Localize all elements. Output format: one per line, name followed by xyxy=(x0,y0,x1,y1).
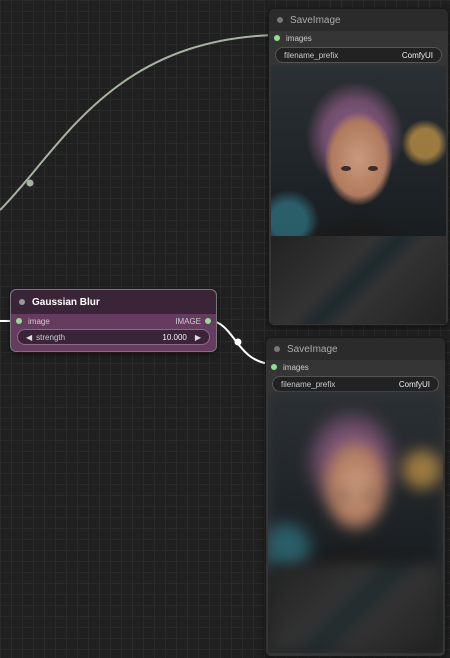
collapse-dot-icon[interactable] xyxy=(277,17,283,23)
link-top-midpoint xyxy=(26,179,34,187)
image-preview-blurred xyxy=(268,391,443,653)
input-slot-images[interactable]: images xyxy=(269,31,448,45)
node-title: Gaussian Blur xyxy=(32,296,100,308)
link-top xyxy=(0,34,275,211)
save-image-node-bottom[interactable]: SaveImage images filename_prefix ComfyUI xyxy=(265,337,446,657)
io-slot-row: image IMAGE xyxy=(11,314,216,328)
filename-prefix-widget[interactable]: filename_prefix ComfyUI xyxy=(275,47,442,63)
input-label: image xyxy=(28,316,50,326)
node-title-bar[interactable]: SaveImage xyxy=(266,338,445,360)
node-title: SaveImage xyxy=(287,343,338,355)
image-preview xyxy=(271,66,446,324)
input-dot-icon[interactable] xyxy=(274,35,280,41)
node-title: SaveImage xyxy=(290,14,341,26)
filename-prefix-widget[interactable]: filename_prefix ComfyUI xyxy=(272,376,439,392)
node-title-bar[interactable]: Gaussian Blur xyxy=(11,290,216,314)
widget-value: ComfyUI xyxy=(398,379,430,389)
gaussian-blur-node[interactable]: Gaussian Blur image IMAGE ◀ strength 10.… xyxy=(10,289,217,352)
slot-label: images xyxy=(283,362,309,372)
link-bottom-midpoint xyxy=(234,338,242,346)
widget-label: filename_prefix xyxy=(284,50,339,60)
widget-label: filename_prefix xyxy=(281,379,336,389)
node-title-bar[interactable]: SaveImage xyxy=(269,9,448,31)
slot-label: images xyxy=(286,33,312,43)
input-dot-icon[interactable] xyxy=(271,364,277,370)
widget-label: strength xyxy=(36,332,66,342)
widget-value: ComfyUI xyxy=(401,50,433,60)
collapse-dot-icon[interactable] xyxy=(19,299,25,305)
widget-value: 10.000 xyxy=(162,332,187,342)
input-dot-icon[interactable] xyxy=(16,318,22,324)
output-dot-icon[interactable] xyxy=(205,318,211,324)
output-label: IMAGE xyxy=(175,316,201,326)
link-bottom xyxy=(207,319,271,365)
save-image-node-top[interactable]: SaveImage images filename_prefix ComfyUI xyxy=(268,8,449,326)
collapse-dot-icon[interactable] xyxy=(274,346,280,352)
increment-arrow-icon[interactable]: ▶ xyxy=(195,333,201,342)
input-slot-images[interactable]: images xyxy=(266,360,445,374)
strength-widget[interactable]: ◀ strength 10.000 ▶ xyxy=(17,329,210,345)
decrement-arrow-icon[interactable]: ◀ xyxy=(26,333,32,342)
